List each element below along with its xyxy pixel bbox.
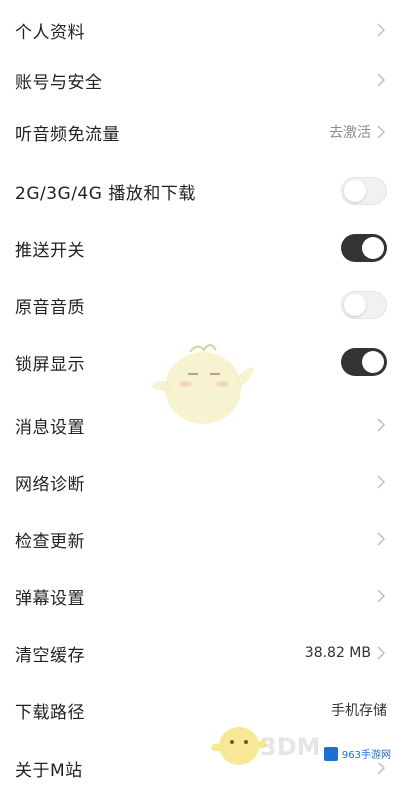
network-diagnosis-row[interactable]: 网络诊断 xyxy=(0,462,401,502)
mobile-network-label: 2G/3G/4G 播放和下载 xyxy=(15,183,196,204)
lock-screen-toggle[interactable] xyxy=(341,348,387,376)
toggle-knob xyxy=(362,237,384,259)
toggle-knob xyxy=(344,294,366,316)
about-label: 关于M站 xyxy=(15,760,83,781)
personal-info-row[interactable]: 个人资料 xyxy=(0,10,401,50)
audio-free-data-row[interactable]: 听音频免流量 去激活 xyxy=(0,112,401,152)
chevron-right-icon xyxy=(377,589,386,603)
account-security-row[interactable]: 账号与安全 xyxy=(0,60,401,100)
cache-size-value: 38.82 MB xyxy=(304,645,371,661)
chevron-right-icon xyxy=(377,125,386,139)
push-switch-row: 推送开关 xyxy=(0,228,401,268)
clear-cache-row[interactable]: 清空缓存 38.82 MB xyxy=(0,633,401,673)
site-logo-icon xyxy=(323,746,338,761)
original-quality-label: 原音音质 xyxy=(15,297,85,318)
network-diagnosis-label: 网络诊断 xyxy=(15,474,85,495)
toggle-knob xyxy=(344,180,366,202)
clear-cache-label: 清空缓存 xyxy=(15,645,85,666)
lock-screen-label: 锁屏显示 xyxy=(15,354,85,375)
watermark-3dm: 3DM xyxy=(260,733,321,761)
site-watermark-text: 963手游网 xyxy=(341,750,391,761)
danmaku-settings-row[interactable]: 弹幕设置 xyxy=(0,576,401,616)
original-quality-row: 原音音质 xyxy=(0,285,401,325)
check-update-row[interactable]: 检查更新 xyxy=(0,519,401,559)
chevron-right-icon xyxy=(377,475,386,489)
account-security-label: 账号与安全 xyxy=(15,72,103,93)
chevron-right-icon xyxy=(377,532,386,546)
chevron-right-icon xyxy=(377,418,386,432)
download-path-value: 手机存储 xyxy=(331,703,387,719)
mascot-watermark-icon xyxy=(152,344,254,424)
personal-info-label: 个人资料 xyxy=(15,22,85,43)
chevron-right-icon xyxy=(377,73,386,87)
original-quality-toggle[interactable] xyxy=(341,291,387,319)
message-settings-label: 消息设置 xyxy=(15,417,85,438)
mobile-network-toggle[interactable] xyxy=(341,177,387,205)
push-switch-label: 推送开关 xyxy=(15,240,85,261)
danmaku-settings-label: 弹幕设置 xyxy=(15,588,85,609)
mobile-network-row: 2G/3G/4G 播放和下载 xyxy=(0,171,401,211)
audio-free-data-label: 听音频免流量 xyxy=(15,124,120,145)
site-watermark: 963手游网 xyxy=(319,744,395,763)
toggle-knob xyxy=(362,351,384,373)
audio-free-data-value: 去激活 xyxy=(329,125,371,141)
chevron-right-icon xyxy=(377,646,386,660)
download-path-row[interactable]: 下载路径 手机存储 xyxy=(0,690,401,730)
download-path-label: 下载路径 xyxy=(15,702,85,723)
check-update-label: 检查更新 xyxy=(15,531,85,552)
push-switch-toggle[interactable] xyxy=(341,234,387,262)
chevron-right-icon xyxy=(377,23,386,37)
